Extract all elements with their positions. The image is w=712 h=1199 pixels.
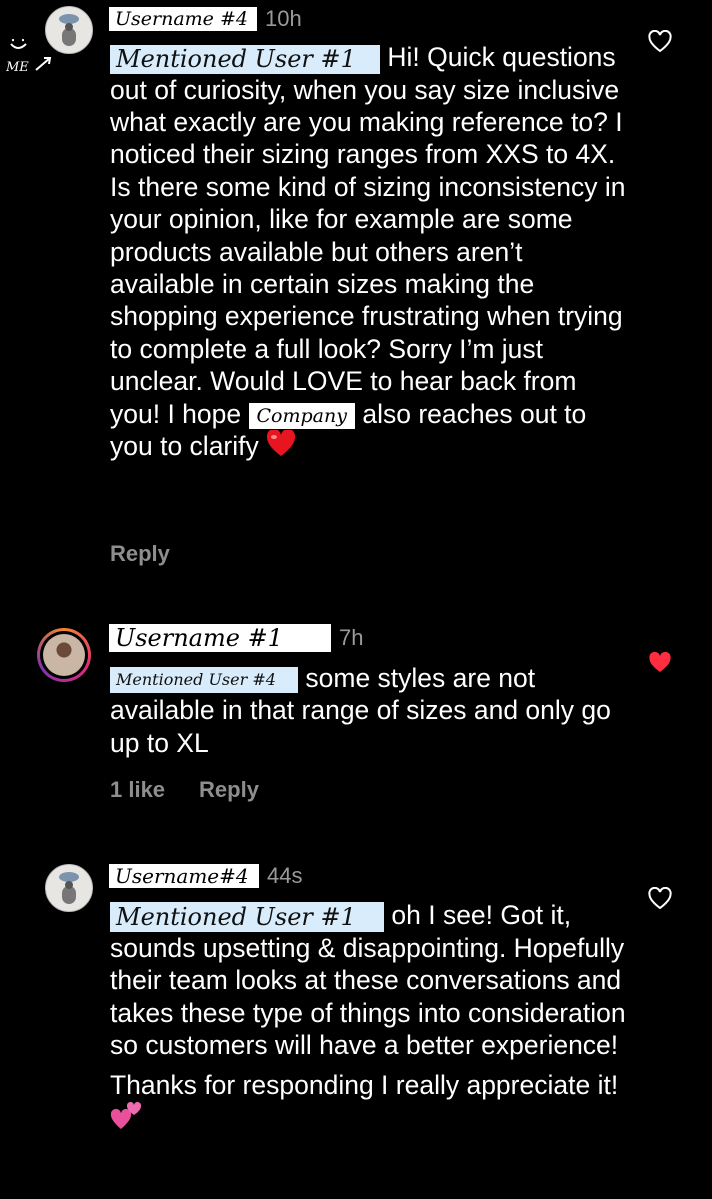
me-annotation: ME: [5, 36, 54, 78]
likes-count[interactable]: 1 like: [110, 777, 165, 803]
comment-text-part: Hi! Quick questions out of curiosity, wh…: [110, 42, 626, 429]
comment-text-part: Thanks for responding I really appreciat…: [110, 1069, 619, 1100]
username[interactable]: Username #4: [109, 7, 257, 31]
heart-filled-icon: [648, 651, 672, 675]
timestamp: 7h: [339, 625, 364, 650]
company-tag[interactable]: Company: [248, 402, 355, 429]
like-button[interactable]: [648, 30, 672, 54]
timestamp: 10h: [265, 6, 302, 31]
like-button[interactable]: [648, 651, 672, 675]
avatar[interactable]: [45, 864, 93, 912]
me-note-text: ME: [6, 60, 29, 75]
reply-button[interactable]: Reply: [110, 541, 170, 567]
red-heart-emoji: [266, 429, 296, 465]
timestamp: 44s: [267, 863, 303, 888]
two-hearts-emoji: [110, 1101, 144, 1138]
heart-outline-icon: [648, 30, 672, 54]
comment-text: Mentioned User #4 some styles are not av…: [110, 662, 630, 759]
mentioned-user[interactable]: Mentioned User #1: [110, 44, 380, 74]
username[interactable]: Username #1: [109, 624, 331, 652]
avatar[interactable]: [37, 628, 91, 682]
mentioned-user[interactable]: Mentioned User #4: [110, 667, 298, 693]
avatar[interactable]: [45, 6, 93, 54]
like-button[interactable]: [648, 887, 672, 911]
comment-text: Mentioned User #1 Hi! Quick questions ou…: [110, 41, 630, 466]
heart-outline-icon: [648, 887, 672, 911]
comment-text: Mentioned User #1 oh I see! Got it, soun…: [110, 899, 630, 1138]
mentioned-user[interactable]: Mentioned User #1: [110, 902, 384, 932]
username[interactable]: Username#4: [109, 864, 259, 888]
reply-button[interactable]: Reply: [199, 777, 259, 803]
